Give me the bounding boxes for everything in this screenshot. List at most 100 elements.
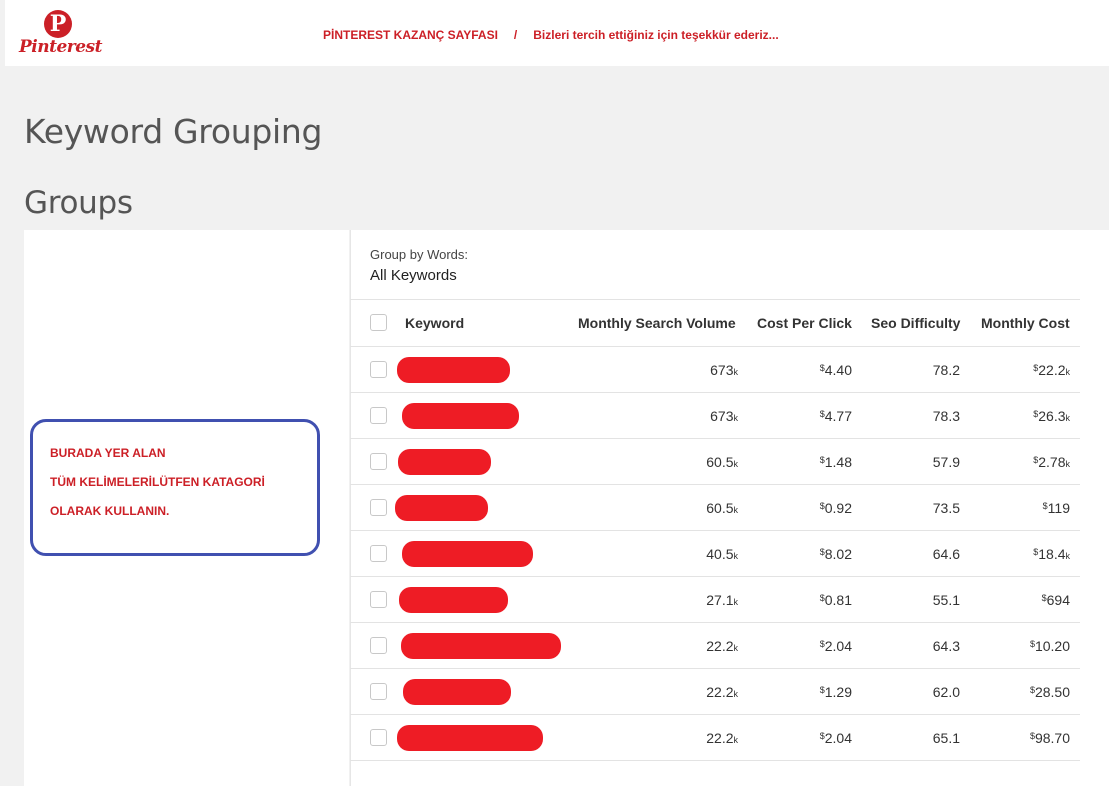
divider <box>350 484 1080 485</box>
row-checkbox[interactable] <box>370 591 387 608</box>
cost-per-click-cell-value: 8.02 <box>824 546 852 562</box>
row-checkbox[interactable] <box>370 407 387 424</box>
cost-per-click-cell-value: 0.81 <box>824 592 852 608</box>
monthly-cost-cell: $10.20 <box>1030 638 1070 654</box>
monthly-cost-cell: $18.4k <box>1033 546 1070 562</box>
cost-per-click-cell-value: 0.92 <box>824 500 852 516</box>
seo-difficulty-cell-value: 57.9 <box>932 454 960 470</box>
monthly-cost-cell-value: 28.50 <box>1034 684 1070 700</box>
seo-difficulty-cell-value: 64.6 <box>932 546 960 562</box>
unit-suffix: k <box>1065 459 1071 469</box>
column-header-keyword[interactable]: Keyword <box>405 315 464 331</box>
column-header-cost[interactable]: Monthly Cost <box>981 315 1070 331</box>
redacted-keyword <box>399 587 508 613</box>
unit-suffix: k <box>733 643 739 653</box>
monthly-cost-cell-value: 26.3 <box>1038 408 1066 424</box>
breadcrumb: PİNTEREST KAZANÇ SAYFASI / Bizleri tercih … <box>323 28 779 42</box>
monthly-cost-cell: $119 <box>1043 500 1070 516</box>
unit-suffix: k <box>733 459 739 469</box>
column-header-difficulty[interactable]: Seo Difficulty <box>871 315 960 331</box>
cost-per-click-cell-value: 4.40 <box>824 362 852 378</box>
row-checkbox[interactable] <box>370 637 387 654</box>
pinterest-logo-icon: P <box>44 10 72 38</box>
monthly-cost-cell: $26.3k <box>1033 408 1070 424</box>
seo-difficulty-cell: 78.3 <box>933 408 960 424</box>
redacted-keyword <box>398 449 491 475</box>
redacted-keyword <box>397 357 510 383</box>
cost-per-click-cell: $1.29 <box>820 684 852 700</box>
redacted-keyword <box>402 541 533 567</box>
group-by-value[interactable]: All Keywords <box>370 267 457 284</box>
cost-per-click-cell: $4.40 <box>820 362 852 378</box>
cost-per-click-cell: $2.04 <box>820 638 852 654</box>
divider <box>350 438 1080 439</box>
monthly-cost-cell: $694 <box>1042 592 1070 608</box>
divider <box>350 622 1080 623</box>
unit-suffix: k <box>733 413 739 423</box>
divider <box>350 392 1080 393</box>
search-volume-cell: 60.5k <box>706 454 738 470</box>
column-header-cpc[interactable]: Cost Per Click <box>757 315 852 331</box>
redacted-keyword <box>403 679 511 705</box>
column-header-volume[interactable]: Monthly Search Volume <box>578 315 736 331</box>
monthly-cost-cell: $22.2k <box>1033 362 1070 378</box>
page-title: Keyword Grouping <box>24 112 323 151</box>
unit-suffix: k <box>1065 367 1071 377</box>
seo-difficulty-cell: 57.9 <box>933 454 960 470</box>
unit-suffix: k <box>733 505 739 515</box>
seo-difficulty-cell: 62.0 <box>933 684 960 700</box>
search-volume-cell: 22.2k <box>706 730 738 746</box>
divider <box>350 299 1080 300</box>
redacted-keyword <box>397 725 543 751</box>
monthly-cost-cell-value: 18.4 <box>1038 546 1066 562</box>
seo-difficulty-cell: 64.6 <box>933 546 960 562</box>
row-checkbox[interactable] <box>370 361 387 378</box>
seo-difficulty-cell: 55.1 <box>933 592 960 608</box>
breadcrumb-title[interactable]: PİNTEREST KAZANÇ SAYFASI <box>323 28 498 42</box>
note-line: BURADA YER ALAN <box>50 446 166 460</box>
search-volume-cell-value: 673 <box>710 408 734 424</box>
divider <box>350 346 1080 347</box>
unit-suffix: k <box>733 597 739 607</box>
search-volume-cell: 22.2k <box>706 684 738 700</box>
monthly-cost-cell-value: 98.70 <box>1034 730 1070 746</box>
row-checkbox[interactable] <box>370 683 387 700</box>
search-volume-cell: 22.2k <box>706 638 738 654</box>
seo-difficulty-cell-value: 73.5 <box>932 500 960 516</box>
row-checkbox[interactable] <box>370 499 387 516</box>
seo-difficulty-cell: 65.1 <box>933 730 960 746</box>
pinterest-logo[interactable]: P Pinterest <box>19 10 102 58</box>
note-line: TÜM KELİMELERİLÜTFEN KATAGORİ <box>50 475 265 489</box>
annotation-note: BURADA YER ALAN TÜM KELİMELERİLÜTFEN KAT… <box>30 419 320 556</box>
select-all-checkbox[interactable] <box>370 314 387 331</box>
divider <box>350 714 1080 715</box>
unit-suffix: k <box>733 735 739 745</box>
row-checkbox[interactable] <box>370 729 387 746</box>
seo-difficulty-cell-value: 62.0 <box>932 684 960 700</box>
divider <box>350 760 1080 761</box>
cost-per-click-cell: $8.02 <box>820 546 852 562</box>
search-volume-cell-value: 22.2 <box>706 730 734 746</box>
cost-per-click-cell: $2.04 <box>820 730 852 746</box>
divider <box>350 576 1080 577</box>
cost-per-click-cell-value: 1.29 <box>824 684 852 700</box>
cost-per-click-cell: $1.48 <box>820 454 852 470</box>
seo-difficulty-cell: 73.5 <box>933 500 960 516</box>
monthly-cost-cell-value: 694 <box>1046 592 1070 608</box>
search-volume-cell: 27.1k <box>706 592 738 608</box>
group-by-label: Group by Words: <box>370 247 469 262</box>
search-volume-cell: 673k <box>710 408 738 424</box>
monthly-cost-cell-value: 119 <box>1047 500 1070 516</box>
cost-per-click-cell: $0.92 <box>820 500 852 516</box>
unit-suffix: k <box>733 367 739 377</box>
seo-difficulty-cell-value: 64.3 <box>932 638 960 654</box>
seo-difficulty-cell-value: 65.1 <box>932 730 960 746</box>
cost-per-click-cell-value: 2.04 <box>824 638 852 654</box>
row-checkbox[interactable] <box>370 453 387 470</box>
search-volume-cell-value: 673 <box>710 362 734 378</box>
search-volume-cell-value: 60.5 <box>706 454 734 470</box>
search-volume-cell: 673k <box>710 362 738 378</box>
cost-per-click-cell-value: 4.77 <box>824 408 852 424</box>
unit-suffix: k <box>1065 551 1071 561</box>
row-checkbox[interactable] <box>370 545 387 562</box>
